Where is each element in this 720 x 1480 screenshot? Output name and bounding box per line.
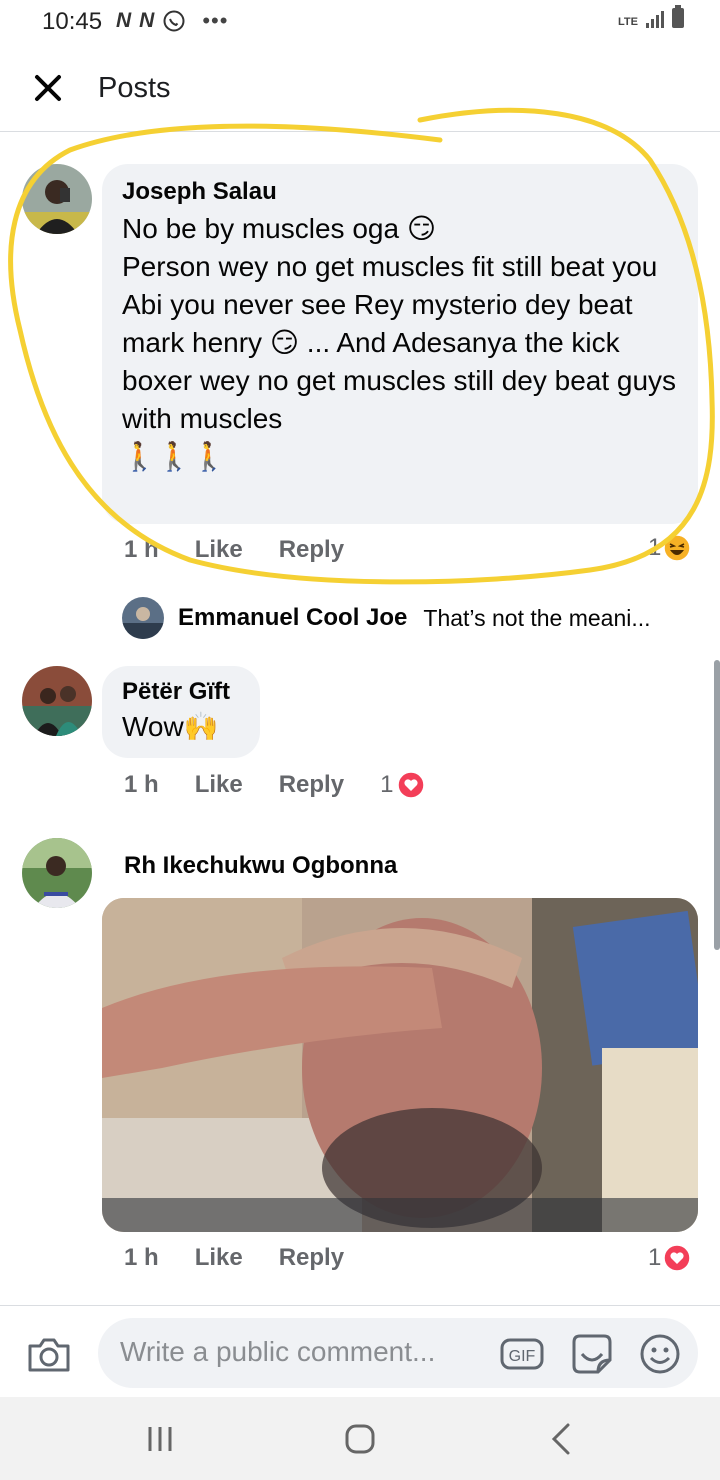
comment-time[interactable]: 1 h [124, 771, 159, 799]
camera-icon[interactable] [26, 1334, 72, 1374]
avatar[interactable] [122, 597, 164, 639]
home-icon[interactable] [340, 1419, 380, 1459]
comment-composer: Write a public comment... GIF [0, 1305, 720, 1397]
reaction-summary[interactable]: 1 [648, 1244, 692, 1272]
notification-icons: N N ••• [116, 8, 228, 34]
reaction-count: 1 [648, 1244, 662, 1271]
avatar[interactable] [22, 666, 92, 736]
svg-text:GIF: GIF [509, 1348, 536, 1365]
reaction-count: 1 [380, 771, 394, 798]
reply-author[interactable]: Emmanuel Cool Joe [178, 604, 407, 632]
scrollbar[interactable] [714, 660, 720, 950]
comment-time[interactable]: 1 h [124, 1244, 159, 1272]
app-notification-icon: N [139, 9, 155, 32]
comment-author[interactable]: Pëtër Gïft [122, 678, 240, 706]
comment-actions: 1 h Like Reply [124, 1244, 344, 1272]
highlight-circle [8, 107, 715, 585]
comment-image[interactable] [102, 898, 698, 1232]
reaction-summary[interactable]: 1 [380, 771, 393, 799]
back-icon[interactable] [542, 1419, 582, 1459]
avatar[interactable] [22, 838, 92, 908]
gif-icon[interactable]: GIF [500, 1332, 544, 1376]
like-button[interactable]: Like [195, 1244, 243, 1272]
reply-text: That’s not the meani... [423, 604, 651, 631]
reply-preview[interactable]: Emmanuel Cool Joe That’s not the meani..… [122, 596, 702, 640]
comment-text: Wow🙌 [122, 711, 219, 742]
comment-bubble[interactable]: Pëtër Gïft Wow🙌 [102, 666, 260, 758]
like-button[interactable]: Like [195, 771, 243, 799]
system-icons: LTE [618, 5, 684, 28]
more-notifications-icon: ••• [202, 8, 229, 33]
reply-button[interactable]: Reply [279, 771, 344, 799]
recent-apps-icon[interactable] [140, 1419, 180, 1459]
love-reaction-icon [663, 1244, 692, 1272]
comment-input[interactable]: Write a public comment... GIF [98, 1318, 698, 1388]
comment-input-placeholder: Write a public comment... [120, 1336, 436, 1367]
reply-button[interactable]: Reply [279, 1244, 344, 1272]
whatsapp-icon [163, 10, 185, 32]
love-reaction-icon [397, 771, 426, 799]
comment-actions: 1 h Like Reply 1 [124, 771, 426, 799]
lte-icon: LTE [618, 16, 638, 28]
status-bar: 10:45 N N ••• LTE [0, 0, 720, 44]
app-notification-icon: N [116, 9, 132, 32]
battery-icon [672, 5, 684, 28]
system-navigation-bar [0, 1397, 720, 1480]
comment-author[interactable]: Rh Ikechukwu Ogbonna [124, 852, 397, 880]
signal-icon [646, 10, 664, 28]
status-time: 10:45 [42, 8, 103, 35]
sticker-icon[interactable] [570, 1332, 614, 1376]
emoji-icon[interactable] [638, 1332, 682, 1376]
